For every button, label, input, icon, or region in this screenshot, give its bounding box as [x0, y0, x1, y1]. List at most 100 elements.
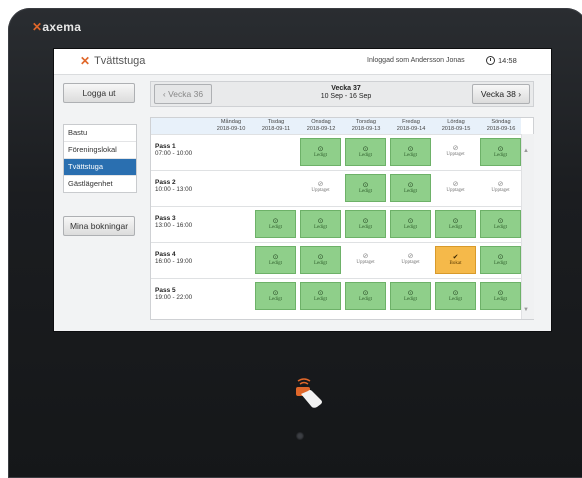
chevron-right-icon: ›: [515, 89, 522, 99]
app-title: Tvättstuga: [94, 55, 146, 67]
week-title: Vecka 37: [331, 85, 361, 92]
slot-free[interactable]: ⊙ Ledigt: [435, 210, 476, 238]
slot-status-label: Ledigt: [268, 261, 283, 266]
scrollbar[interactable]: [521, 134, 534, 319]
slot-status-label: Ledigt: [403, 297, 418, 302]
slot-busy: ⊘ Upptaget: [435, 138, 476, 166]
table-row: Pass 5 19:00 - 22:00 ⊙ Ledigt ⊙ Ledigt ⊙ Ledigt…: [151, 278, 521, 313]
unavailable-icon: ⊘: [362, 252, 369, 260]
unavailable-icon: ⊘: [452, 144, 459, 152]
pass-name: Pass 2: [155, 179, 176, 186]
prev-week-label: Vecka 36: [168, 89, 204, 99]
axema-logo-icon: ✕: [32, 20, 43, 34]
available-icon: ⊙: [452, 289, 459, 297]
next-week-button[interactable]: Vecka 38 ›: [472, 84, 530, 104]
pass-time: 16:00 - 19:00: [155, 258, 193, 265]
slot-free[interactable]: ⊙ Ledigt: [255, 210, 296, 238]
sidebar-item-tvättstuga[interactable]: Tvättstuga: [64, 159, 136, 176]
sidebar-item-föreningslokal[interactable]: Föreningslokal: [64, 142, 136, 159]
day-date: 2018-09-15: [441, 125, 471, 132]
top-bar: ✕ Tvättstuga Inloggad som Andersson Jona…: [54, 49, 551, 75]
slot-status-label: Ledigt: [358, 297, 373, 302]
next-week-label: Vecka 38: [480, 89, 516, 99]
slot-status-label: Ledigt: [313, 297, 328, 302]
slot-status-label: Ledigt: [493, 297, 508, 302]
nfc-reader-icon: [296, 378, 322, 408]
day-header: Onsdag 2018-09-12: [299, 119, 343, 132]
scroll-up-icon[interactable]: ▲: [523, 148, 529, 154]
unavailable-icon: ⊘: [317, 180, 324, 188]
pass-time: 10:00 - 13:00: [155, 186, 193, 193]
slot-status-label: Ledigt: [493, 153, 508, 158]
slot-free[interactable]: ⊙ Ledigt: [390, 210, 431, 238]
pass-name: Pass 1: [155, 143, 176, 150]
device-brand-text: axema: [42, 20, 82, 34]
slot-status-label: Ledigt: [268, 225, 283, 230]
available-icon: ⊙: [272, 289, 279, 297]
slot-status-label: Ledigt: [448, 297, 463, 302]
slot-free[interactable]: ⊙ Ledigt: [300, 246, 341, 274]
day-header: Tisdag 2018-09-11: [254, 119, 298, 132]
slot-status-label: Ledigt: [448, 225, 463, 230]
slot-status-label: Ledigt: [313, 225, 328, 230]
available-icon: ⊙: [407, 289, 414, 297]
sidebar-item-gästlägenhet[interactable]: Gästlägenhet: [64, 176, 136, 192]
slot-status-label: Bokat: [449, 261, 462, 266]
slot-busy: ⊘ Upptaget: [435, 174, 476, 202]
slot-booked[interactable]: ✔ Bokat: [435, 246, 476, 274]
slot-free[interactable]: ⊙ Ledigt: [345, 282, 386, 310]
clock: 14:58: [486, 56, 517, 65]
slot-free[interactable]: ⊙ Ledigt: [255, 246, 296, 274]
day-header: Lördag 2018-09-15: [434, 119, 478, 132]
slot-free[interactable]: ⊙ Ledigt: [300, 282, 341, 310]
available-icon: ⊙: [362, 289, 369, 297]
slot-free[interactable]: ⊙ Ledigt: [390, 174, 431, 202]
available-icon: ⊙: [497, 289, 504, 297]
week-navigation: ‹ Vecka 36 Vecka 37 10 Sep - 16 Sep Veck…: [150, 81, 534, 107]
available-icon: ⊙: [452, 217, 459, 225]
available-icon: ⊙: [362, 181, 369, 189]
slot-status-label: Ledigt: [313, 153, 328, 158]
slot-free[interactable]: ⊙ Ledigt: [300, 138, 341, 166]
slot-free[interactable]: ⊙ Ledigt: [390, 282, 431, 310]
slot-free[interactable]: ⊙ Ledigt: [480, 246, 521, 274]
slot-busy: ⊘ Upptaget: [300, 174, 341, 202]
booking-grid: ▲ ▼ Måndag 2018-09-10 Tisdag 2018-09-11 Onsd…: [150, 117, 534, 320]
camera-lens: [296, 432, 304, 440]
slot-free[interactable]: ⊙ Ledigt: [480, 138, 521, 166]
slot-free[interactable]: ⊙ Ledigt: [345, 210, 386, 238]
device-brand: ✕axema: [32, 20, 81, 34]
my-bookings-button[interactable]: Mina bokningar: [63, 216, 135, 236]
slot-free[interactable]: ⊙ Ledigt: [480, 210, 521, 238]
pass-name: Pass 3: [155, 215, 176, 222]
slot-busy: ⊘ Upptaget: [345, 246, 386, 274]
available-icon: ⊙: [407, 181, 414, 189]
sidebar-item-bastu[interactable]: Bastu: [64, 125, 136, 142]
unavailable-icon: ⊘: [497, 180, 504, 188]
scroll-down-icon[interactable]: ▼: [523, 307, 529, 313]
prev-week-button[interactable]: ‹ Vecka 36: [154, 84, 212, 104]
available-icon: ⊙: [272, 253, 279, 261]
slot-free[interactable]: ⊙ Ledigt: [345, 138, 386, 166]
slot-busy: ⊘ Upptaget: [390, 246, 431, 274]
table-row: Pass 4 16:00 - 19:00 ⊙ Ledigt ⊙ Ledigt ⊘ Upptag…: [151, 242, 521, 277]
logout-button[interactable]: Logga ut: [63, 83, 135, 103]
slot-status-label: Ledigt: [268, 297, 283, 302]
day-header: Torsdag 2018-09-13: [344, 119, 388, 132]
slot-free[interactable]: ⊙ Ledigt: [255, 282, 296, 310]
table-row: Pass 3 13:00 - 16:00 ⊙ Ledigt ⊙ Ledigt ⊙ Ledigt…: [151, 206, 521, 241]
slot-free[interactable]: ⊙ Ledigt: [480, 282, 521, 310]
day-date: 2018-09-13: [351, 125, 381, 132]
week-range: 10 Sep - 16 Sep: [320, 93, 372, 100]
slot-free[interactable]: ⊙ Ledigt: [300, 210, 341, 238]
slot-status-label: Upptaget: [491, 188, 510, 193]
slot-status-label: Upptaget: [401, 260, 420, 265]
slot-status-label: Ledigt: [403, 189, 418, 194]
slot-free[interactable]: ⊙ Ledigt: [345, 174, 386, 202]
slot-free[interactable]: ⊙ Ledigt: [435, 282, 476, 310]
slot-free[interactable]: ⊙ Ledigt: [390, 138, 431, 166]
checkmark-icon: ✔: [452, 253, 459, 261]
clock-icon: [486, 56, 495, 65]
day-date: 2018-09-14: [396, 125, 426, 132]
available-icon: ⊙: [497, 253, 504, 261]
